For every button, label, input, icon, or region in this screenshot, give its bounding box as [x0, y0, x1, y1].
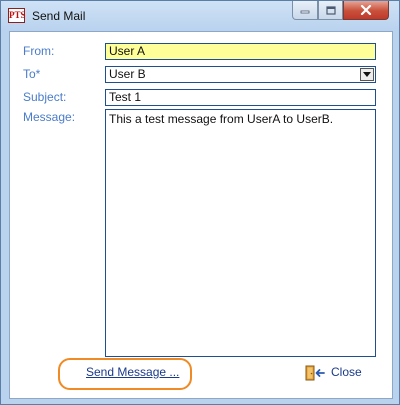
maximize-icon	[325, 5, 336, 15]
message-field[interactable]: This a test message from UserA to UserB.	[105, 109, 376, 357]
exit-door-icon[interactable]	[305, 365, 325, 381]
maximize-button[interactable]	[318, 1, 343, 20]
chevron-down-icon	[363, 72, 371, 77]
from-label: From:	[23, 44, 55, 58]
close-x-icon	[360, 5, 372, 15]
send-mail-window: PTS Send Mail From: User A To* User B Su…	[0, 0, 400, 405]
from-field[interactable]: User A	[105, 43, 376, 60]
minimize-icon	[300, 10, 310, 14]
to-select-value: User B	[109, 67, 146, 81]
app-icon: PTS	[8, 8, 26, 23]
close-button[interactable]: Close	[331, 365, 362, 379]
window-title: Send Mail	[32, 9, 86, 23]
send-message-button[interactable]: Send Message ...	[86, 365, 179, 379]
to-select[interactable]: User B	[105, 66, 376, 83]
message-label: Message:	[23, 110, 76, 124]
subject-field[interactable]: Test 1	[105, 89, 376, 106]
to-label: To*	[23, 67, 41, 81]
to-dropdown-button[interactable]	[360, 68, 374, 81]
window-close-button[interactable]	[343, 1, 389, 20]
minimize-button[interactable]	[292, 1, 318, 20]
title-bar[interactable]: PTS Send Mail	[1, 1, 399, 31]
form-area: From: User A To* User B Subject: Test 1 …	[9, 31, 393, 399]
subject-label: Subject:	[23, 90, 67, 104]
